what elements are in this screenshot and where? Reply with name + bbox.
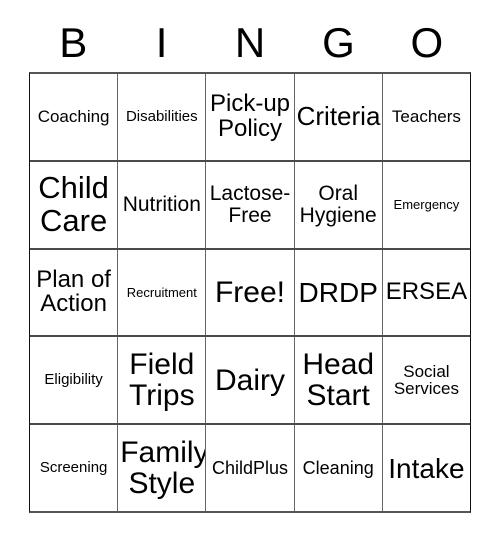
bingo-row: Plan of Action Recruitment Free! DRDP ER… [30,249,471,338]
bingo-row: Eligibility Field Trips Dairy Head Start… [30,337,471,426]
bingo-cell-label: Family Style [120,435,207,501]
bingo-cell-label: ERSEA [385,278,468,306]
bingo-cell-label: Field Trips [129,348,195,413]
bingo-cell-label: Criteria [296,101,381,132]
bingo-cell-label: Coaching [37,107,110,127]
bingo-row: Screening Family Style ChildPlus Cleanin… [30,425,471,511]
bingo-cell[interactable]: Cleaning [294,425,383,511]
bingo-cell-label: Lactose- Free [209,181,291,227]
bingo-card: B I N G O Coaching Disabilities Pick-up … [0,0,500,544]
bingo-cell-label: Intake [388,452,465,484]
bingo-cell[interactable]: Social Services [382,337,471,424]
header-letter-i: I [155,19,168,66]
bingo-cell-label: Child Care [38,170,109,238]
bingo-cell[interactable]: Family Style [118,425,207,511]
bingo-cell[interactable]: Coaching [30,74,119,160]
bingo-cell[interactable]: Recruitment [118,249,207,336]
bingo-cell[interactable]: Teachers [382,74,471,160]
bingo-cell-free[interactable]: Free! [206,249,295,336]
bingo-cell-label: Plan of Action [36,265,111,318]
bingo-cell-label: Pick-up Policy [209,89,291,142]
bingo-cell-label: Head Start [302,348,375,413]
bingo-cell[interactable]: Lactose- Free [206,161,295,248]
bingo-cell-label: ChildPlus [211,457,289,478]
bingo-cell[interactable]: Intake [382,425,471,511]
bingo-cell[interactable]: Pick-up Policy [206,74,295,160]
bingo-cell[interactable]: DRDP [294,249,383,336]
bingo-cell-label: Emergency [393,196,460,212]
bingo-cell[interactable]: Plan of Action [30,249,119,336]
bingo-cell-label: DRDP [298,276,378,308]
bingo-cell[interactable]: ERSEA [382,249,471,336]
bingo-cell-label: Nutrition [122,192,201,216]
header-letter-b: B [59,19,88,66]
bingo-cell-label: Disabilities [125,108,198,126]
bingo-cell-label: Social Services [393,361,459,399]
bingo-header-row: B I N G O [29,14,471,72]
bingo-cell[interactable]: Oral Hygiene [294,161,383,248]
bingo-cell-label: Oral Hygiene [299,181,377,227]
bingo-cell[interactable]: Nutrition [118,161,207,248]
bingo-cell-label: Screening [39,459,108,477]
bingo-cell[interactable]: Criteria [294,74,383,160]
bingo-cell[interactable]: Child Care [30,161,119,248]
bingo-cell-label: Teachers [391,107,461,127]
bingo-cell[interactable]: Disabilities [118,74,207,160]
bingo-row: Coaching Disabilities Pick-up Policy Cri… [30,74,471,162]
bingo-row: Child Care Nutrition Lactose- Free Oral … [30,161,471,250]
bingo-cell[interactable]: Dairy [206,337,295,424]
bingo-cell-label: Cleaning [302,457,374,478]
bingo-cell[interactable]: Head Start [294,337,383,424]
bingo-cell-label: Free! [214,275,286,309]
header-letter-g: G [322,19,355,66]
bingo-cell-label: Recruitment [126,284,197,300]
bingo-cell-label: Eligibility [44,371,103,389]
bingo-cell[interactable]: Emergency [382,161,471,248]
bingo-cell[interactable]: Field Trips [118,337,207,424]
bingo-cell-label: Dairy [215,363,286,397]
bingo-cell[interactable]: Screening [30,425,119,511]
header-letter-o: O [410,19,444,66]
bingo-cell[interactable]: Eligibility [30,337,119,424]
bingo-cell[interactable]: ChildPlus [206,425,295,511]
header-letter-n: N [234,19,266,66]
bingo-grid: Coaching Disabilities Pick-up Policy Cri… [29,72,471,513]
